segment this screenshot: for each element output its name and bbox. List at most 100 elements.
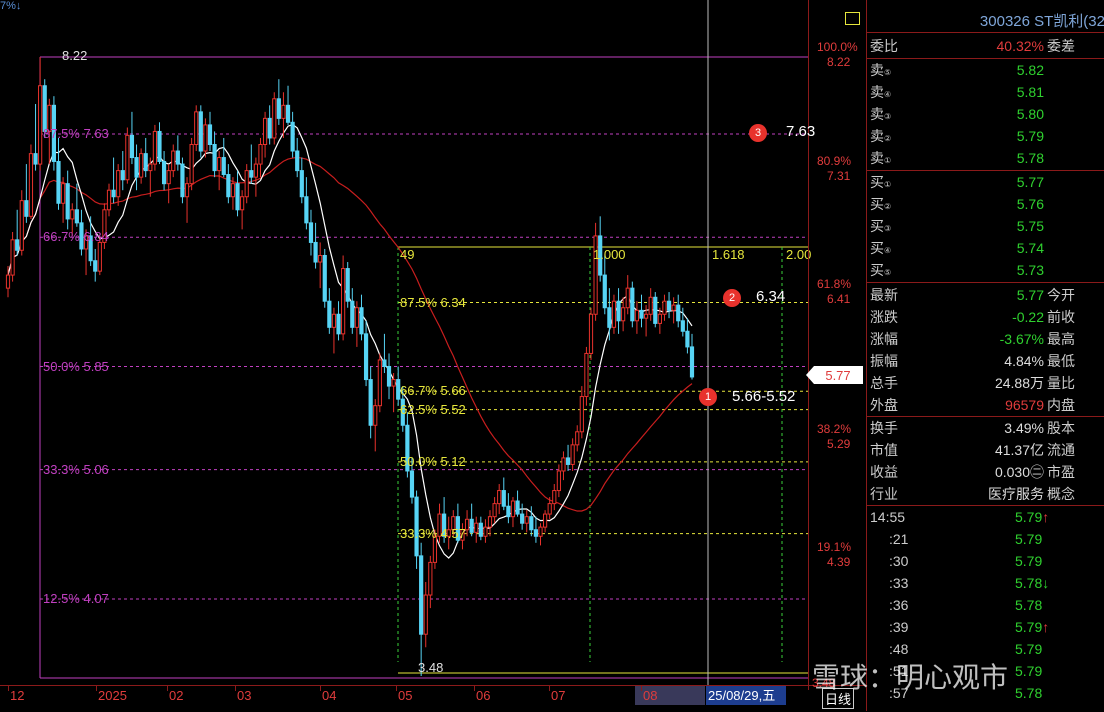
candle[interactable] (244, 164, 249, 204)
candle[interactable] (616, 288, 621, 334)
candle[interactable] (350, 288, 355, 334)
candle[interactable] (10, 231, 15, 282)
candle[interactable] (221, 137, 226, 178)
stat-row[interactable]: 外盘 96579 内盘 (867, 394, 1104, 416)
candle[interactable] (685, 318, 690, 354)
candle[interactable] (116, 164, 121, 206)
candle[interactable] (285, 85, 291, 125)
candle[interactable] (529, 506, 534, 537)
candle[interactable] (648, 288, 653, 321)
candle[interactable] (520, 503, 525, 530)
candle[interactable] (15, 209, 20, 256)
bid-row[interactable]: 买③ 5.75 (867, 215, 1104, 237)
candle[interactable] (524, 510, 529, 533)
candle[interactable] (428, 555, 433, 609)
candle[interactable] (24, 164, 29, 223)
candle[interactable] (152, 124, 157, 171)
ask-row[interactable]: 卖③ 5.80 (867, 103, 1104, 125)
candle[interactable] (676, 294, 681, 328)
kline-chart[interactable]: 7%↓ (0, 0, 808, 690)
ask-row[interactable]: 卖⑤ 5.82 (867, 59, 1104, 81)
candle[interactable] (217, 151, 222, 191)
candle[interactable] (33, 104, 38, 171)
candle[interactable] (579, 386, 584, 439)
candle[interactable] (258, 137, 263, 178)
stat-row[interactable]: 收益 0.030㊁ 市盈 (867, 461, 1104, 483)
candle[interactable] (565, 444, 571, 471)
candle[interactable] (327, 288, 332, 334)
candle[interactable] (593, 222, 598, 321)
stat-row[interactable]: 振幅 4.84% 最低 (867, 350, 1104, 372)
annotation-marker[interactable]: 1 (699, 388, 717, 406)
candle[interactable] (129, 111, 135, 165)
candle[interactable] (143, 137, 148, 178)
candle[interactable] (322, 248, 327, 308)
candle[interactable] (295, 137, 300, 178)
panel-header[interactable]: 300326 ST凯利(32 (867, 11, 1104, 33)
candle[interactable] (510, 497, 516, 528)
candle[interactable] (65, 170, 70, 230)
candle[interactable] (38, 57, 43, 171)
candle[interactable] (313, 222, 318, 269)
candle[interactable] (207, 111, 213, 152)
candle[interactable] (533, 516, 539, 543)
candle[interactable] (336, 301, 341, 341)
candle[interactable] (483, 519, 488, 543)
candle[interactable] (226, 164, 231, 204)
stat-row[interactable]: 最新 5.77 今开 (867, 284, 1104, 306)
candle[interactable] (497, 484, 502, 515)
candle[interactable] (552, 484, 557, 511)
candle[interactable] (212, 131, 217, 178)
candle[interactable] (359, 294, 364, 341)
candle[interactable] (111, 157, 116, 204)
candle[interactable] (180, 157, 185, 204)
candle[interactable] (538, 523, 543, 546)
candle[interactable] (171, 144, 176, 178)
candle[interactable] (464, 510, 470, 537)
candle[interactable] (575, 425, 580, 452)
kline-canvas[interactable] (0, 0, 808, 685)
candle[interactable] (341, 255, 346, 341)
stat-row[interactable]: 涨跌 -0.22 前收 (867, 306, 1104, 328)
annotation-marker[interactable]: 2 (723, 289, 741, 307)
candle[interactable] (262, 111, 268, 158)
candle[interactable] (423, 581, 428, 648)
candle[interactable] (666, 292, 672, 319)
candle[interactable] (363, 320, 369, 387)
candle[interactable] (662, 294, 667, 321)
candle[interactable] (602, 255, 607, 315)
candle[interactable] (157, 122, 162, 165)
candle[interactable] (419, 542, 424, 676)
annotation-marker[interactable]: 3 (749, 124, 767, 142)
ask-row[interactable]: 卖① 5.78 (867, 147, 1104, 169)
candle[interactable] (345, 262, 350, 308)
candle[interactable] (56, 137, 61, 210)
candle[interactable] (368, 366, 373, 439)
candle[interactable] (175, 135, 180, 171)
candle[interactable] (391, 373, 396, 413)
candle[interactable] (377, 353, 382, 413)
candle[interactable] (570, 438, 575, 471)
ask-row[interactable]: 卖④ 5.81 (867, 81, 1104, 103)
candle[interactable] (189, 137, 194, 191)
candle[interactable] (501, 477, 506, 511)
candle[interactable] (318, 242, 323, 289)
candle[interactable] (253, 157, 258, 197)
candle[interactable] (290, 111, 295, 158)
stat-row[interactable]: 总手 24.88万 量比 (867, 372, 1104, 394)
candle[interactable] (611, 294, 617, 334)
candle[interactable] (198, 105, 203, 158)
candle[interactable] (373, 399, 378, 452)
bid-row[interactable]: 买② 5.76 (867, 193, 1104, 215)
candle[interactable] (134, 144, 139, 191)
candle[interactable] (166, 164, 171, 204)
stat-row[interactable]: 涨幅 -3.67% 最高 (867, 328, 1104, 350)
candle[interactable] (240, 190, 245, 230)
bid-row[interactable]: 买⑤ 5.73 (867, 259, 1104, 281)
candle[interactable] (304, 177, 309, 230)
candle[interactable] (276, 79, 281, 125)
candle[interactable] (120, 151, 125, 191)
candle[interactable] (267, 105, 272, 145)
candle[interactable] (60, 177, 66, 223)
candle[interactable] (19, 190, 24, 256)
